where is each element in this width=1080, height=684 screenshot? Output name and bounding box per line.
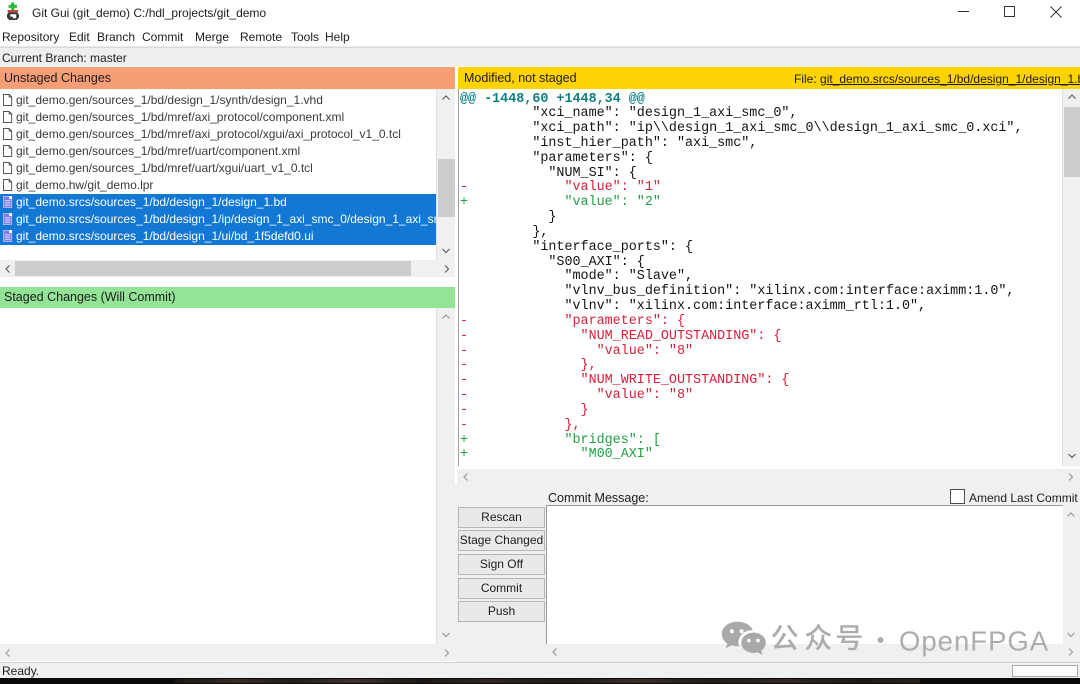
- svg-text:OpenFPGA: OpenFPGA: [899, 626, 1049, 657]
